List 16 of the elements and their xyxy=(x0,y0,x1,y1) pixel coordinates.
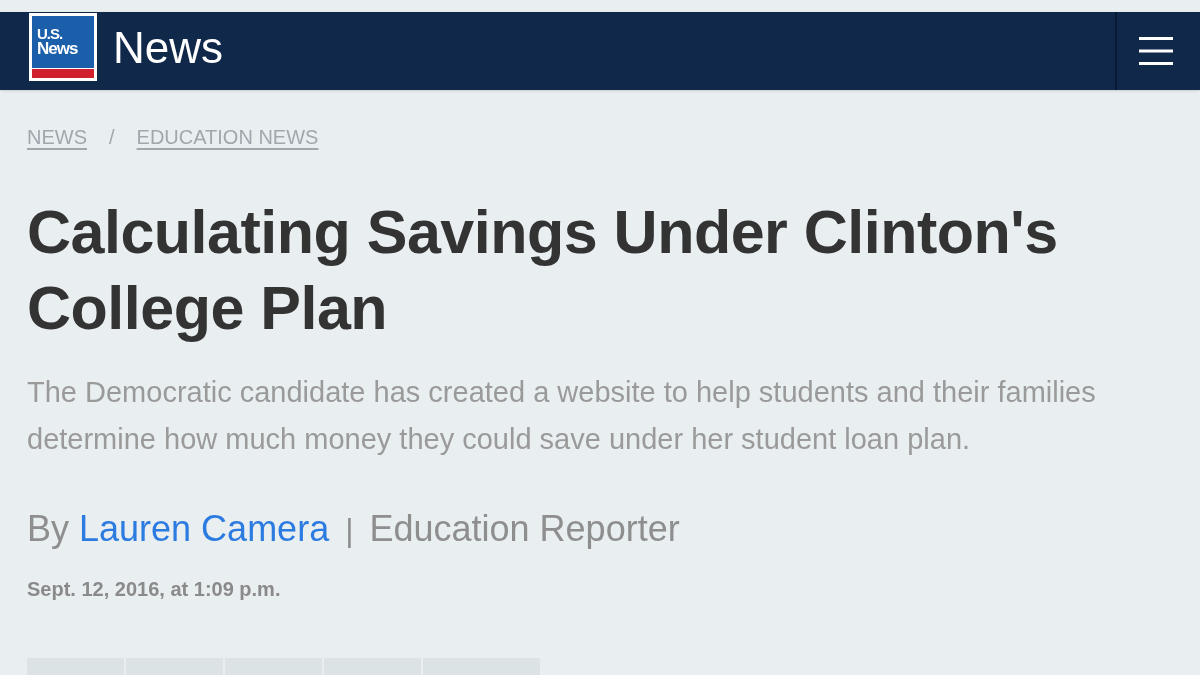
breadcrumb-link[interactable]: EDUCATION NEWS xyxy=(136,124,319,150)
author-link[interactable]: Lauren Camera xyxy=(79,507,330,551)
breadcrumb-separator: / xyxy=(109,125,115,150)
section-title[interactable]: News xyxy=(113,13,224,83)
logo-stripe xyxy=(32,69,94,78)
byline-separator: | xyxy=(345,511,354,550)
menu-icon xyxy=(1138,36,1173,66)
byline-prefix: By xyxy=(27,507,69,551)
article-summary: The Democratic candidate has created a website to help students and their families determine how much money they could save under her student loan plan. xyxy=(27,375,1097,457)
logo-text: News xyxy=(37,41,79,57)
author-role: Education Reporter xyxy=(369,507,680,551)
logo-text: U.S. xyxy=(37,27,64,41)
logo[interactable]: U.S. News xyxy=(29,13,97,81)
breadcrumb-link[interactable]: NEWS xyxy=(27,124,87,150)
publish-date: Sept. 12, 2016, at 1:09 p.m. xyxy=(27,577,282,601)
article-headline: Calculating Savings Under Clinton's College Plan xyxy=(27,197,1059,344)
